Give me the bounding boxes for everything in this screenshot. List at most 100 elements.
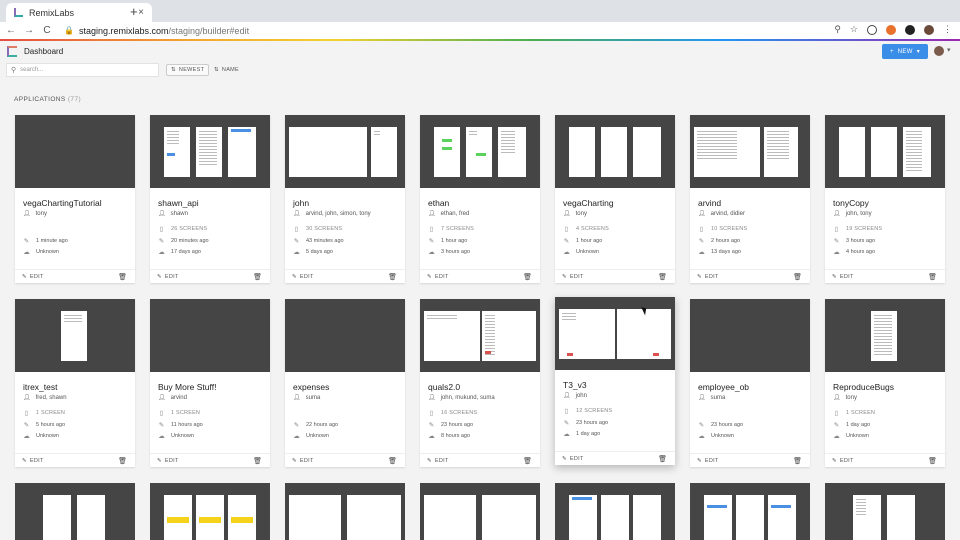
app-card[interactable]: arvind 👤︎ arvind, didier ▯ 10 SCREENS ✎ …: [690, 115, 810, 283]
app-thumbnail[interactable]: [150, 299, 270, 372]
edit-button[interactable]: ✎ EDIT: [562, 456, 584, 462]
app-thumbnail[interactable]: [285, 483, 405, 540]
app-card[interactable]: tonyCopy 👤︎ john, tony ▯ 19 SCREENS ✎ 3 …: [825, 115, 945, 283]
trash-icon[interactable]: 🗑︎: [118, 457, 127, 465]
app-thumbnail[interactable]: [150, 115, 270, 188]
new-app-button[interactable]: + NEW ▾: [882, 44, 928, 59]
app-thumbnail[interactable]: [555, 115, 675, 188]
url-field[interactable]: 🔒 staging.remixlabs.com /staging/builder…: [64, 26, 249, 36]
app-thumbnail[interactable]: [285, 299, 405, 372]
preview-line: [501, 143, 515, 144]
app-thumbnail[interactable]: [420, 299, 540, 372]
app-owners: 👤︎ john, mukund, suma: [428, 394, 495, 402]
app-card[interactable]: expenses 👤︎ suma ✎ 22 hours ago ☁ Unknow…: [285, 299, 405, 467]
trash-icon[interactable]: 🗑︎: [658, 455, 667, 463]
last-edited: ✎ 1 day ago: [833, 421, 870, 429]
edit-button[interactable]: ✎ EDIT: [292, 458, 314, 464]
app-card[interactable]: shawn_api 👤︎ shawn ▯ 26 SCREENS ✎ 20 min…: [150, 115, 270, 283]
pencil-icon: ✎: [563, 420, 570, 427]
reload-button[interactable]: C: [40, 25, 54, 36]
preview-line: [767, 149, 789, 150]
edit-button[interactable]: ✎ EDIT: [832, 274, 854, 280]
edit-button[interactable]: ✎ EDIT: [157, 274, 179, 280]
app-card[interactable]: quals2.0 👤︎ john, mukund, suma ▯ 16 SCRE…: [420, 299, 540, 467]
edit-button[interactable]: ✎ EDIT: [562, 274, 584, 280]
browser-menu-icon[interactable]: ⋮: [943, 24, 952, 35]
edit-button[interactable]: ✎ EDIT: [832, 458, 854, 464]
app-header: Dashboard: [0, 41, 960, 61]
app-thumbnail[interactable]: [420, 115, 540, 188]
edit-button[interactable]: ✎ EDIT: [427, 274, 449, 280]
app-thumbnail[interactable]: [15, 483, 135, 540]
last-deployed-text: Unknown: [846, 433, 869, 439]
trash-icon[interactable]: 🗑︎: [928, 457, 937, 465]
sort-name-button[interactable]: ⇅ NAME: [210, 64, 243, 76]
avatar[interactable]: [934, 46, 944, 56]
zoom-icon[interactable]: ⚲: [834, 24, 841, 35]
trash-icon[interactable]: 🗑︎: [253, 273, 262, 281]
app-card[interactable]: john 👤︎ arvind, john, simon, tony ▯ 30 S…: [285, 115, 405, 283]
app-card[interactable]: T3_v3 👤︎ john ▯ 12 SCREENS ✎ 23 hours ag…: [555, 297, 675, 465]
extension-dark-icon[interactable]: [905, 24, 915, 35]
preview-line: [906, 134, 922, 135]
edit-button[interactable]: ✎ EDIT: [427, 458, 449, 464]
back-button[interactable]: ←: [4, 25, 18, 36]
pencil-icon: ✎: [562, 274, 567, 280]
trash-icon[interactable]: 🗑︎: [388, 273, 397, 281]
last-deployed: ☁ 3 hours ago: [428, 248, 470, 256]
app-thumbnail[interactable]: [15, 115, 135, 188]
edit-button[interactable]: ✎ EDIT: [22, 458, 44, 464]
app-thumbnail[interactable]: [15, 299, 135, 372]
close-tab-icon[interactable]: ×: [138, 7, 144, 18]
screen-preview: [424, 311, 480, 361]
app-card[interactable]: itrex_test 👤︎ fred, shawn ▯ 1 SCREEN ✎ 5…: [15, 299, 135, 467]
trash-icon[interactable]: 🗑︎: [793, 273, 802, 281]
extension-icon[interactable]: [867, 24, 877, 35]
app-card[interactable]: vegaCharting 👤︎ tony ▯ 4 SCREENS ✎ 1 hou…: [555, 115, 675, 283]
trash-icon[interactable]: 🗑︎: [523, 457, 532, 465]
preview-line: [199, 164, 217, 165]
edit-button[interactable]: ✎ EDIT: [292, 274, 314, 280]
app-thumbnail[interactable]: [825, 483, 945, 540]
edit-button[interactable]: ✎ EDIT: [22, 274, 44, 280]
app-thumbnail[interactable]: [690, 299, 810, 372]
phone-icon: ▯: [294, 226, 299, 233]
search-input[interactable]: ⚲ search...: [6, 63, 159, 77]
preview-element: [771, 505, 791, 508]
edit-button[interactable]: ✎ EDIT: [697, 458, 719, 464]
app-thumbnail[interactable]: [690, 115, 810, 188]
new-tab-button[interactable]: +: [130, 4, 138, 19]
app-thumbnail[interactable]: [150, 483, 270, 540]
browser-tab-bar: RemixLabs × +: [0, 0, 960, 22]
sort-newest-button[interactable]: ⇅ NEWEST: [166, 64, 210, 76]
trash-icon[interactable]: 🗑︎: [253, 457, 262, 465]
preview-element: [442, 147, 452, 150]
profile-avatar-icon[interactable]: [924, 24, 934, 35]
trash-icon[interactable]: 🗑︎: [118, 273, 127, 281]
app-thumbnail[interactable]: [690, 483, 810, 540]
trash-icon[interactable]: 🗑︎: [793, 457, 802, 465]
person-icon: 👤︎: [158, 395, 166, 401]
edit-button[interactable]: ✎ EDIT: [157, 458, 179, 464]
forward-button[interactable]: →: [22, 25, 36, 36]
app-thumbnail[interactable]: [555, 483, 675, 540]
edit-button[interactable]: ✎ EDIT: [697, 274, 719, 280]
app-thumbnail[interactable]: [825, 299, 945, 372]
last-deployed: ☁ 17 days ago: [158, 248, 201, 256]
app-card[interactable]: ethan 👤︎ ethan, fred ▯ 7 SCREENS ✎ 1 hou…: [420, 115, 540, 283]
app-card[interactable]: ReproduceBugs 👤︎ tony ▯ 1 SCREEN ✎ 1 day…: [825, 299, 945, 467]
app-card[interactable]: employee_ob 👤︎ suma ✎ 23 hours ago ☁ Unk…: [690, 299, 810, 467]
trash-icon[interactable]: 🗑︎: [388, 457, 397, 465]
app-thumbnail[interactable]: [285, 115, 405, 188]
extension-orange-icon[interactable]: [886, 24, 896, 35]
app-thumbnail[interactable]: [420, 483, 540, 540]
account-chevron-down-icon[interactable]: ▾: [947, 46, 951, 54]
trash-icon[interactable]: 🗑︎: [928, 273, 937, 281]
app-card[interactable]: Buy More Stuff! 👤︎ arvind ▯ 1 SCREEN ✎ 1…: [150, 299, 270, 467]
app-thumbnail[interactable]: [555, 297, 675, 370]
trash-icon[interactable]: 🗑︎: [658, 273, 667, 281]
bookmark-star-icon[interactable]: ☆: [850, 24, 858, 35]
app-thumbnail[interactable]: [825, 115, 945, 188]
app-card[interactable]: vegaChartingTutorial 👤︎ tony ✎ 1 minute …: [15, 115, 135, 283]
trash-icon[interactable]: 🗑︎: [523, 273, 532, 281]
